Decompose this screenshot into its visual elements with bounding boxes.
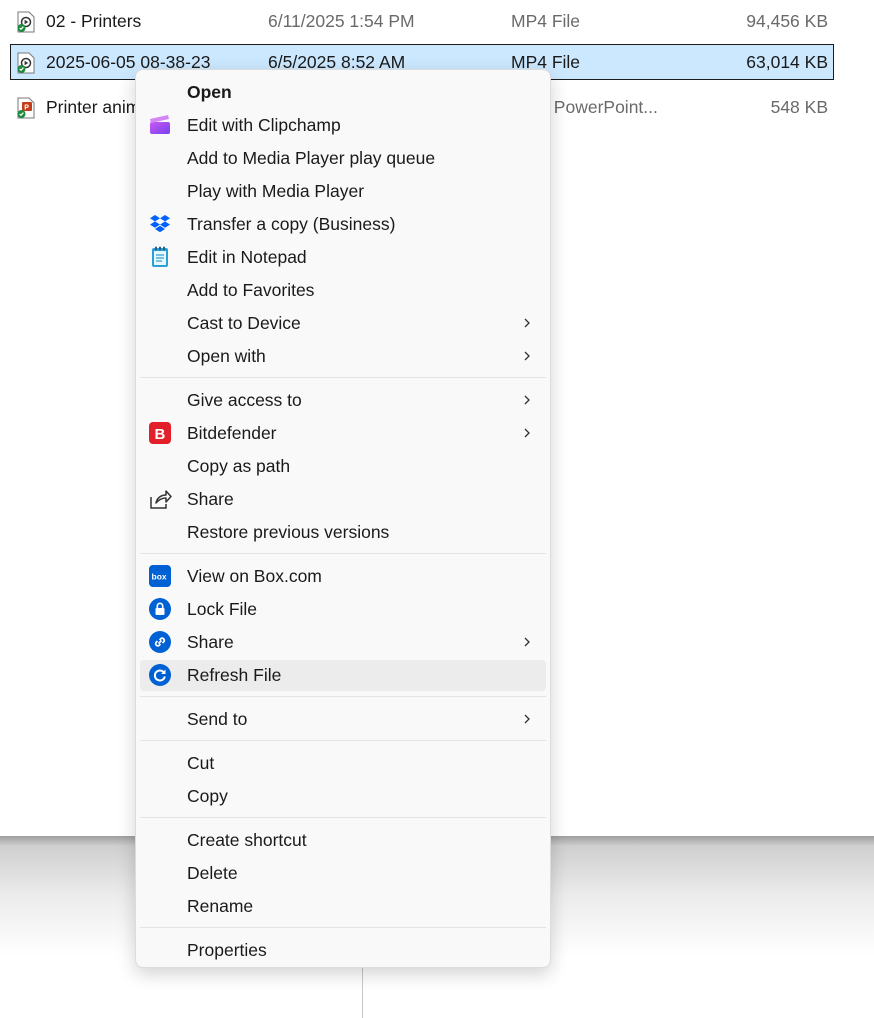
menu-item-share[interactable]: Share: [140, 484, 546, 515]
menu-item-transfer-copy[interactable]: Transfer a copy (Business): [140, 209, 546, 240]
menu-item-label: Share: [187, 489, 234, 509]
chevron-right-icon: [522, 347, 532, 361]
menu-item-copy-as-path[interactable]: Copy as path: [140, 451, 546, 482]
context-menu: Open Edit with Clipchamp Add to Media Pl…: [135, 69, 551, 968]
menu-item-create-shortcut[interactable]: Create shortcut: [140, 825, 546, 856]
menu-item-label: Copy as path: [187, 456, 291, 476]
file-size: 63,014 KB: [746, 52, 828, 72]
box-refresh-icon: [148, 663, 172, 687]
menu-item-label: Rename: [187, 896, 254, 916]
file-size: 94,456 KB: [746, 11, 828, 31]
menu-item-label: Copy: [187, 786, 228, 806]
menu-item-copy[interactable]: Copy: [140, 781, 546, 812]
menu-item-add-to-play-queue[interactable]: Add to Media Player play queue: [140, 143, 546, 174]
menu-item-label: Edit in Notepad: [187, 247, 307, 267]
box-lock-icon: [148, 597, 172, 621]
menu-item-edit-with-clipchamp[interactable]: Edit with Clipchamp: [140, 110, 546, 141]
menu-item-open-with[interactable]: Open with: [140, 341, 546, 372]
file-name: 02 - Printers: [46, 11, 142, 31]
menu-item-label: Open: [187, 82, 232, 102]
menu-item-refresh-file[interactable]: Refresh File: [140, 660, 546, 691]
menu-item-label: Refresh File: [187, 665, 282, 685]
menu-item-restore-previous-versions[interactable]: Restore previous versions: [140, 517, 546, 548]
menu-item-open[interactable]: Open: [140, 77, 546, 108]
menu-item-give-access-to[interactable]: Give access to: [140, 385, 546, 416]
menu-item-label: Restore previous versions: [187, 522, 390, 542]
chevron-right-icon: [522, 633, 532, 647]
svg-text:P: P: [24, 104, 29, 111]
menu-item-cut[interactable]: Cut: [140, 748, 546, 779]
menu-item-rename[interactable]: Rename: [140, 891, 546, 922]
menu-item-label: Delete: [187, 863, 238, 883]
menu-item-label: Transfer a copy (Business): [187, 214, 396, 234]
menu-item-lock-file[interactable]: Lock File: [140, 594, 546, 625]
box-share-icon: [148, 630, 172, 654]
menu-separator: [140, 696, 546, 697]
menu-item-label: Properties: [187, 940, 267, 960]
menu-item-label: Send to: [187, 709, 248, 729]
svg-text:B: B: [155, 426, 166, 443]
menu-item-label: Open with: [187, 346, 266, 366]
menu-item-play-with-media-player[interactable]: Play with Media Player: [140, 176, 546, 207]
menu-item-edit-in-notepad[interactable]: Edit in Notepad: [140, 242, 546, 273]
menu-item-label: Cut: [187, 753, 215, 773]
menu-item-delete[interactable]: Delete: [140, 858, 546, 889]
svg-text:box: box: [152, 572, 167, 582]
powerpoint-file-icon: P: [16, 97, 36, 119]
share-icon: [148, 487, 172, 511]
menu-item-label: Create shortcut: [187, 830, 307, 850]
menu-item-label: Cast to Device: [187, 313, 301, 333]
chevron-right-icon: [522, 391, 532, 405]
menu-item-bitdefender[interactable]: B Bitdefender: [140, 418, 546, 449]
chevron-right-icon: [522, 314, 532, 328]
menu-item-label: Add to Favorites: [187, 280, 315, 300]
video-file-icon: [16, 11, 36, 33]
menu-item-label: Lock File: [187, 599, 258, 619]
video-file-icon: [16, 52, 36, 74]
file-size: 548 KB: [770, 97, 828, 117]
menu-separator: [140, 553, 546, 554]
menu-item-properties[interactable]: Properties: [140, 935, 546, 966]
bitdefender-icon: B: [148, 421, 172, 445]
menu-item-label: Bitdefender: [187, 423, 277, 443]
dropbox-icon: [148, 212, 172, 236]
menu-item-label: Add to Media Player play queue: [187, 148, 436, 168]
menu-item-label: Give access to: [187, 390, 302, 410]
menu-item-label: View on Box.com: [187, 566, 322, 586]
chevron-right-icon: [522, 710, 532, 724]
menu-item-add-to-favorites[interactable]: Add to Favorites: [140, 275, 546, 306]
notepad-icon: [148, 245, 172, 269]
menu-separator: [140, 740, 546, 741]
menu-item-view-on-box[interactable]: box View on Box.com: [140, 561, 546, 592]
menu-item-label: Edit with Clipchamp: [187, 115, 341, 135]
box-icon: box: [148, 564, 172, 588]
chevron-right-icon: [522, 424, 532, 438]
file-row[interactable]: 02 - Printers 6/11/2025 1:54 PM MP4 File…: [10, 3, 834, 39]
menu-separator: [140, 927, 546, 928]
menu-item-cast-to-device[interactable]: Cast to Device: [140, 308, 546, 339]
file-type: MP4 File: [511, 11, 581, 31]
file-name: Printer anim: [46, 97, 141, 117]
menu-item-label: Play with Media Player: [187, 181, 365, 201]
menu-item-label: Share: [187, 632, 234, 652]
menu-separator: [140, 817, 546, 818]
file-date: 6/11/2025 1:54 PM: [268, 11, 415, 31]
clipchamp-icon: [148, 113, 172, 137]
menu-separator: [140, 377, 546, 378]
menu-item-box-share[interactable]: Share: [140, 627, 546, 658]
menu-item-send-to[interactable]: Send to: [140, 704, 546, 735]
